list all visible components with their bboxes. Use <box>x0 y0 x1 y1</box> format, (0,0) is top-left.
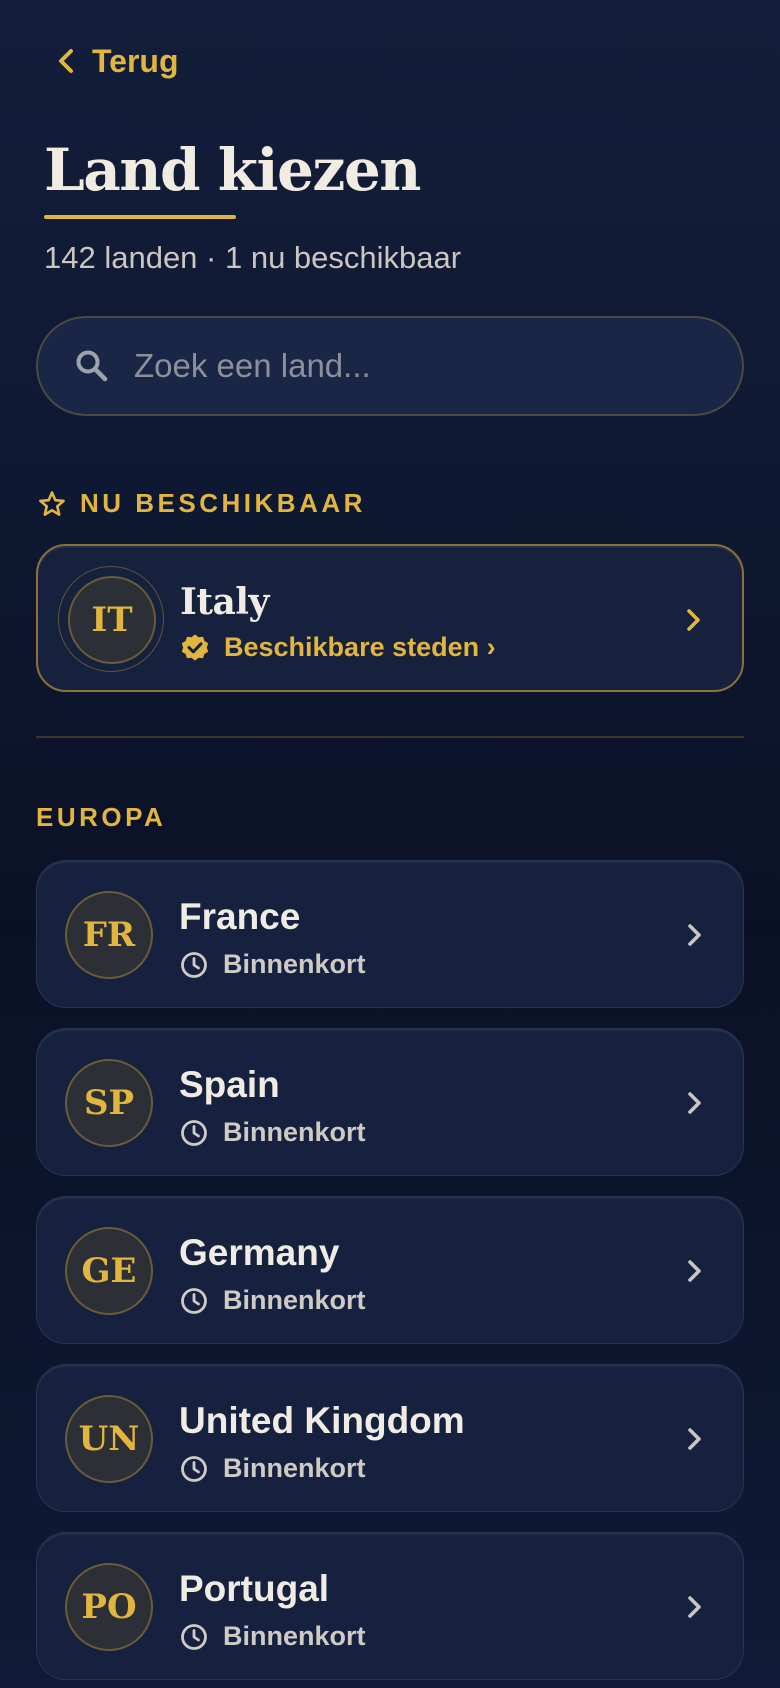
chevron-right-icon <box>688 1428 701 1450</box>
country-status: Binnenkort <box>179 1453 366 1484</box>
country-code-badge: GE <box>65 1227 153 1315</box>
country-card-spain[interactable]: SP Spain Binnenkort <box>36 1028 744 1176</box>
search-icon <box>76 350 108 382</box>
country-status: Binnenkort <box>179 1285 366 1316</box>
search-bar[interactable] <box>36 316 744 416</box>
country-status-label: Binnenkort <box>223 1117 366 1147</box>
country-status: Binnenkort <box>179 1621 366 1652</box>
chevron-right-icon <box>688 1092 701 1114</box>
country-name: United Kingdom <box>179 1400 465 1441</box>
clock-icon <box>181 1119 207 1146</box>
country-card-france[interactable]: FR France Binnenkort <box>36 860 744 1008</box>
country-name: Germany <box>179 1232 340 1273</box>
section-label-available: NU BESCHIKBAAR <box>38 488 366 519</box>
country-card-portugal[interactable]: PO Portugal Binnenkort <box>36 1532 744 1680</box>
clock-icon <box>181 1455 207 1482</box>
star-outline-icon <box>39 490 65 516</box>
verified-badge-icon <box>181 634 209 660</box>
country-status-label: Binnenkort <box>223 1453 366 1483</box>
country-card-germany[interactable]: GE Germany Binnenkort <box>36 1196 744 1344</box>
back-button[interactable]: Terug <box>56 38 179 84</box>
chevron-right-icon <box>688 1596 701 1618</box>
page-subtitle: 142 landen · 1 nu beschikbaar <box>44 240 462 275</box>
country-status-label: Binnenkort <box>223 949 366 979</box>
section-label-europa: EUROPA <box>36 802 166 833</box>
country-code-badge: FR <box>65 891 153 979</box>
section-divider <box>36 736 744 738</box>
country-code-badge: PO <box>65 1563 153 1651</box>
country-name: Italy <box>180 581 269 623</box>
country-status: Binnenkort <box>179 1117 366 1148</box>
section-label-europa-text: EUROPA <box>36 802 167 832</box>
available-cities-link[interactable]: Beschikbare steden › <box>180 632 496 663</box>
chevron-right-icon <box>688 1260 701 1282</box>
chevron-right-icon <box>687 609 700 631</box>
search-input[interactable] <box>132 336 742 396</box>
country-code-badge: UN <box>65 1395 153 1483</box>
chevron-left-icon <box>59 49 73 73</box>
country-card-italy[interactable]: IT Italy Beschikbare steden › <box>36 544 744 692</box>
country-status-label: Binnenkort <box>223 1285 366 1315</box>
country-code-badge: IT <box>68 576 156 664</box>
title-underline <box>44 215 236 219</box>
country-code-badge: SP <box>65 1059 153 1147</box>
country-status-label: Binnenkort <box>223 1621 366 1651</box>
country-name: Portugal <box>179 1568 330 1609</box>
section-label-available-text: NU BESCHIKBAAR <box>80 488 366 518</box>
clock-icon <box>181 951 207 978</box>
chevron-right-icon <box>688 924 701 946</box>
page-title: Land kiezen <box>44 136 421 204</box>
available-cities-label: Beschikbare steden › <box>224 632 496 662</box>
clock-icon <box>181 1623 207 1650</box>
clock-icon <box>181 1287 207 1314</box>
country-card-united-kingdom[interactable]: UN United Kingdom Binnenkort <box>36 1364 744 1512</box>
country-name: Spain <box>179 1064 280 1105</box>
country-name: France <box>179 896 301 937</box>
back-label: Terug <box>92 42 179 79</box>
country-status: Binnenkort <box>179 949 366 980</box>
